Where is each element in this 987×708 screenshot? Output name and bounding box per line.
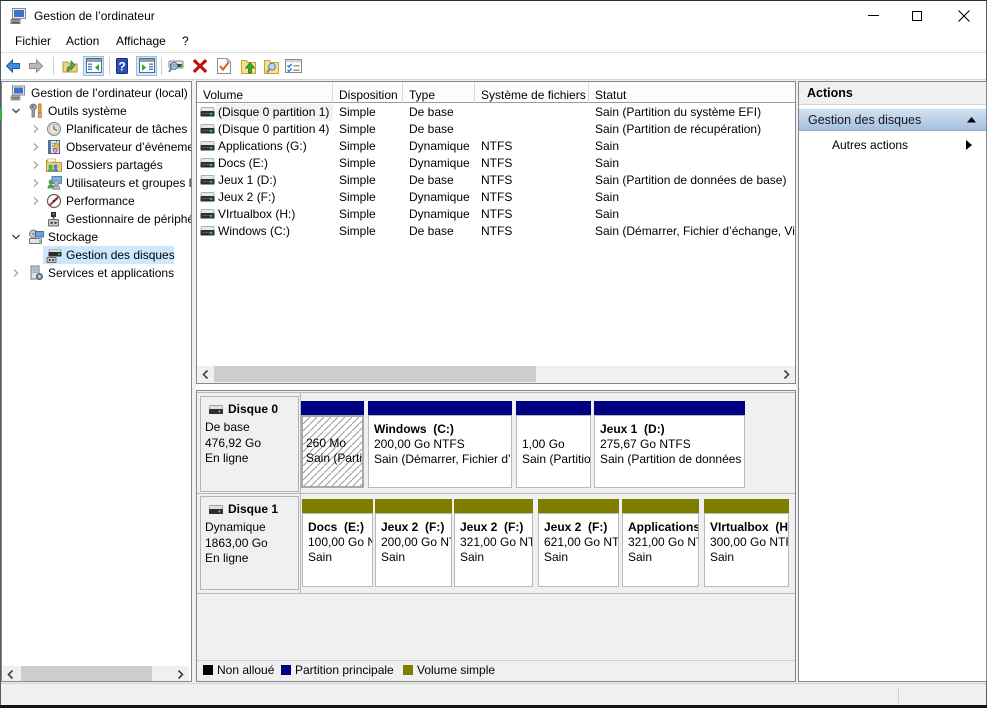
svg-text:?: ?: [118, 60, 125, 74]
